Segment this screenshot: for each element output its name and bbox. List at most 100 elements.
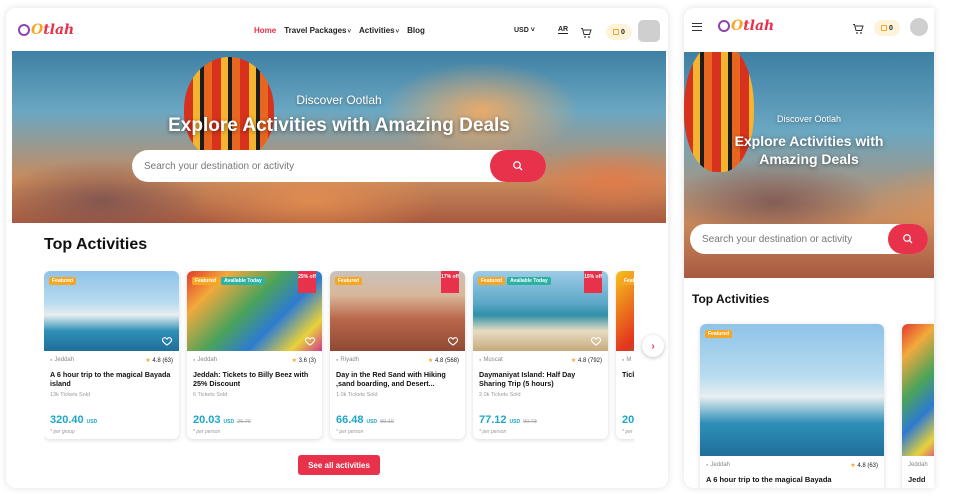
avatar[interactable]: [638, 20, 660, 42]
price-currency: USD: [86, 419, 98, 425]
section-title: Top Activities: [692, 292, 770, 306]
price-unit: * per person: [193, 429, 221, 435]
activity-card[interactable]: FeaturedAvailable Today 25% off Jeddah ★ …: [187, 271, 322, 439]
activity-image: [902, 324, 934, 456]
activity-card[interactable]: Jeddah Jedd: [902, 324, 934, 488]
card-meta: Riyadh ★ 4.8 (568): [336, 357, 459, 364]
available-today-badge: Available Today: [507, 277, 551, 285]
star-icon: ★: [427, 358, 434, 364]
badge-group: Featured: [705, 330, 733, 338]
activity-card[interactable]: Featured Jeddah ★ 4.8 (63) A 6 hour trip …: [700, 324, 884, 488]
featured-badge: Featured: [192, 277, 220, 285]
hero-banner: Discover Ootlah Explore Activities with …: [12, 51, 666, 223]
card-meta: Jeddah ★ 4.8 (63): [50, 357, 173, 364]
tickets-sold: 6 Tickets Sold: [193, 392, 228, 398]
price: 20.03 USD 26.70: [193, 414, 251, 426]
search-input[interactable]: Search your destination or activity: [690, 234, 888, 245]
featured-badge: Featured: [49, 277, 77, 285]
currency-selector[interactable]: USD ˅: [514, 27, 535, 34]
activity-image: Featured: [616, 271, 634, 351]
rating: ★ 4.8 (568): [428, 357, 459, 364]
nav-blog[interactable]: Blog: [407, 26, 425, 35]
rating-value: 4.8: [434, 358, 444, 364]
activity-image: Featured Available Today 25% off: [187, 271, 322, 351]
nav-home[interactable]: Home: [254, 26, 276, 35]
chevron-down-icon: ˅: [395, 29, 400, 35]
location-label: Jeddah: [193, 357, 217, 364]
carousel-next-button[interactable]: ›: [642, 335, 664, 357]
heart-icon[interactable]: [447, 334, 459, 346]
badge-group: Featured: [621, 277, 634, 285]
price: 320.40 USD: [50, 414, 97, 426]
activity-card[interactable]: Featured Jeddah ★ 4.8 (63) A 6 hour trip …: [44, 271, 179, 439]
bookings-count: 0: [621, 28, 625, 36]
activity-card[interactable]: Featured 17% off Riyadh ★ 4.8 (568) Day i…: [330, 271, 465, 439]
main-menu: Home Travel Packages˅ Activities˅ Blog: [254, 26, 425, 35]
nav-travel-packages[interactable]: Travel Packages˅: [284, 26, 351, 35]
bag-icon: [881, 25, 888, 31]
hero-subtitle: Discover Ootlah: [296, 93, 382, 107]
hero-banner: Discover Ootlah Explore Activities with …: [684, 52, 934, 278]
nav-travel-packages-label: Travel Packages: [284, 26, 347, 35]
old-price: 26.70: [237, 419, 251, 425]
rating: ★ 4.8 (63): [145, 357, 173, 364]
hero-subtitle: Discover Ootlah: [776, 114, 842, 124]
rating: ★ 4.8 (792): [571, 357, 602, 364]
tickets-sold: 1.0k Tickets Sold: [336, 392, 378, 398]
card-meta: M: [622, 357, 634, 363]
hero-title: Explore Activities with Amazing Deals: [168, 115, 510, 136]
avatar[interactable]: [910, 18, 928, 36]
search-icon: [903, 234, 913, 244]
heart-icon[interactable]: [304, 334, 316, 346]
location-label: Jeddah: [50, 357, 74, 364]
cart-icon[interactable]: [852, 22, 864, 34]
price-unit: * per person: [336, 429, 364, 435]
search-button[interactable]: [490, 150, 546, 182]
activity-title[interactable]: A 6 hour trip to the magical Bayada: [706, 475, 880, 484]
price-amount: 20.: [622, 414, 634, 426]
see-all-activities-button[interactable]: See all activities: [298, 455, 380, 475]
top-navbar: Otlah Home Travel Packages˅ Activities˅ …: [6, 8, 668, 52]
hamburger-menu-icon[interactable]: [692, 23, 702, 31]
chevron-down-icon: ˅: [347, 29, 352, 35]
nav-activities[interactable]: Activities˅: [359, 26, 399, 35]
search-bar[interactable]: Search your destination or activity: [690, 224, 928, 254]
section-title: Top Activities: [44, 236, 148, 253]
bag-icon: [613, 29, 620, 35]
price-amount: 20.03: [193, 414, 221, 426]
search-button[interactable]: [888, 224, 928, 254]
cart-icon[interactable]: [580, 26, 592, 38]
activity-title[interactable]: Daymaniyat Island: Half Day Sharing Trip…: [479, 370, 604, 388]
review-count: (63): [867, 463, 878, 469]
bookings-badge[interactable]: 0: [874, 20, 900, 36]
review-count: (792): [587, 358, 602, 364]
hot-air-balloon-image: [184, 57, 274, 161]
review-count: (568): [444, 358, 459, 364]
tickets-sold: 13k Tickets Sold: [50, 392, 91, 398]
logo-letter: O: [731, 18, 744, 34]
activity-title[interactable]: Day in the Red Sand with Hiking ,sand bo…: [336, 370, 461, 388]
activity-title[interactable]: A 6 hour trip to the magical Bayada isla…: [50, 370, 175, 388]
ootlah-logo[interactable]: Otlah: [18, 22, 74, 38]
activity-title[interactable]: Tick Disc: [622, 370, 634, 379]
language-toggle[interactable]: AR: [558, 26, 569, 34]
card-meta: Muscat ★ 4.8 (792): [479, 357, 602, 364]
price-unit: * per: [622, 429, 633, 435]
activity-title[interactable]: Jeddah: Tickets to Billy Beez with 25% D…: [193, 370, 318, 388]
bookings-badge[interactable]: 0: [606, 24, 632, 40]
search-bar[interactable]: Search your destination or activity: [132, 150, 546, 182]
review-count: (63): [162, 358, 173, 364]
search-input[interactable]: Search your destination or activity: [132, 161, 490, 172]
activity-card[interactable]: Featured M Tick Disc 20. * per: [616, 271, 634, 439]
heart-icon[interactable]: [161, 334, 173, 346]
heart-icon[interactable]: [590, 334, 602, 346]
activity-card[interactable]: FeaturedAvailable Today 15% off Muscat ★ …: [473, 271, 608, 439]
star-icon: ★: [291, 358, 297, 364]
featured-badge: Featured: [335, 277, 363, 285]
activity-title[interactable]: Jedd: [908, 475, 926, 484]
ootlah-logo[interactable]: Otlah: [718, 18, 774, 34]
rating: ★ 4.8 (63): [850, 462, 878, 469]
location-label: Riyadh: [336, 357, 359, 364]
featured-badge: Featured: [478, 277, 506, 285]
badge-group: Featured: [49, 277, 77, 285]
